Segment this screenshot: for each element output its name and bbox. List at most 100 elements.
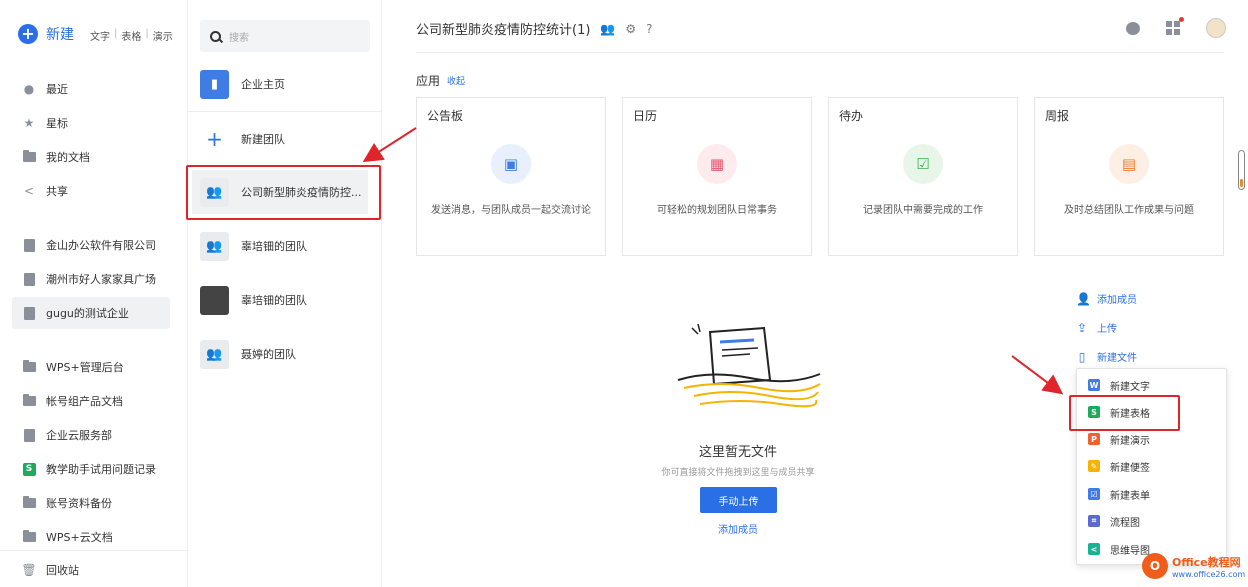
team-list-panel: 搜索 ▮ 企业主页 + 新建团队 👥 公司新型肺炎疫情防控... 👥 辜培钿的团… (186, 0, 382, 587)
app-card-todo[interactable]: 待办 ☑ 记录团队中需要完成的工作 (828, 97, 1018, 256)
sidebar-enterprise-item[interactable]: 潮州市好人家家具广场 (12, 263, 170, 295)
new-writer-link[interactable]: 文字 (90, 28, 110, 43)
sidebar-folder-item[interactable]: 账号资料备份 (12, 487, 170, 519)
quick-new-types: 文字 | 表格 | 演示 (90, 28, 173, 43)
file-icon: ▯ (1078, 349, 1086, 364)
manual-upload-button[interactable]: 手动上传 (700, 487, 777, 513)
team-item[interactable]: 辜培钿的团队 (200, 278, 382, 322)
sidebar-item-label: 共享 (46, 185, 68, 198)
plus-icon: + (18, 24, 38, 44)
sidebar-folder-item[interactable]: WPS+云文档 (12, 521, 170, 553)
page-title: 公司新型肺炎疫情防控统计(1) (416, 23, 591, 38)
checklist-icon: ☑ (903, 144, 943, 184)
search-input[interactable]: 搜索 (200, 20, 370, 52)
search-placeholder: 搜索 (229, 32, 249, 44)
team-item-enterprise-home[interactable]: ▮ 企业主页 (200, 62, 382, 106)
menu-item-label: 流程图 (1110, 517, 1140, 529)
chat-icon[interactable] (1126, 21, 1140, 35)
add-member-button[interactable]: 👤 添加成员 (1076, 284, 1137, 313)
menu-item-new-writer[interactable]: W 新建文字 (1088, 375, 1150, 395)
sidebar-enterprise-item[interactable]: 金山办公软件有限公司 (12, 229, 170, 261)
app-card-bulletin[interactable]: 公告板 ▣ 发送消息，与团队成员一起交流讨论 (416, 97, 606, 256)
app-card-title: 待办 (839, 109, 864, 123)
empty-state-title: 这里暂无文件 (698, 445, 777, 460)
sidebar-item-label: 最近 (46, 83, 68, 96)
menu-item-label: 新建演示 (1110, 435, 1150, 447)
star-icon: ★ (23, 116, 35, 130)
sidebar-item-label: 教学助手试用问题记录 (46, 463, 156, 476)
new-sheet-link[interactable]: 表格 (121, 28, 141, 43)
team-item-new-team[interactable]: + 新建团队 (200, 117, 382, 161)
new-label: 新建 (46, 27, 74, 43)
scrollbar[interactable] (1238, 150, 1245, 190)
apps-section-label: 应用 (416, 74, 441, 88)
sidebar-item-label: 我的文档 (46, 151, 90, 164)
avatar[interactable] (1206, 18, 1226, 38)
sidebar-item-label: gugu的测试企业 (46, 307, 129, 320)
upload-icon: ⇪ (1076, 320, 1088, 335)
app-card-calendar[interactable]: 日历 ▦ 可轻松的规划团队日常事务 (622, 97, 812, 256)
team-title-bar: 公司新型肺炎疫情防控统计(1) 👥 ⚙ ? (416, 19, 653, 39)
trash-icon: 🗑 (21, 563, 37, 577)
file-actions: 👤 添加成员 ⇪ 上传 ▯ 新建文件 (1076, 284, 1137, 371)
action-label: 上传 (1097, 324, 1117, 335)
sidebar-item-shared[interactable]: < 共享 (12, 175, 170, 207)
message-icon: ▣ (491, 144, 531, 184)
sidebar-folder-item[interactable]: 帐号组产品文档 (12, 385, 170, 417)
team-item[interactable]: 👥 聂婷的团队 (200, 332, 382, 376)
main-content: 公司新型肺炎疫情防控统计(1) 👥 ⚙ ? 应用 收起 公告板 ▣ 发送消息，与… (382, 0, 1248, 587)
flowchart-icon: ⌗ (1088, 515, 1100, 527)
form-icon: ☑ (1088, 488, 1100, 500)
apps-grid-icon[interactable] (1166, 17, 1184, 35)
building-icon (22, 306, 36, 320)
enterprise-home-icon: ▮ (200, 69, 229, 99)
app-card-desc: 及时总结团队工作成果与问题 (1064, 205, 1194, 216)
sidebar-item-label: WPS+管理后台 (46, 361, 124, 374)
highlight-box (186, 165, 381, 220)
sidebar-folder-item[interactable]: WPS+管理后台 (12, 351, 170, 383)
members-icon[interactable]: 👥 (600, 22, 615, 36)
sidebar-folder-item[interactable]: 企业云服务部 (12, 419, 170, 451)
folder-icon (22, 394, 36, 408)
menu-item-new-presentation[interactable]: P 新建演示 (1088, 429, 1150, 449)
team-group-icon: 👥 (200, 339, 229, 369)
menu-item-mindmap[interactable]: < 思维导图 (1088, 539, 1150, 559)
new-slides-link[interactable]: 演示 (153, 28, 173, 43)
calendar-icon: ▦ (697, 144, 737, 184)
team-item-label: 辜培钿的团队 (241, 294, 307, 307)
sidebar-sheet-item[interactable]: S 教学助手试用问题记录 (12, 453, 170, 485)
sidebar-item-starred[interactable]: ★ 星标 (12, 107, 170, 139)
menu-item-label: 新建文字 (1110, 381, 1150, 393)
sidebar-item-my-docs[interactable]: 我的文档 (12, 141, 170, 173)
sidebar-bottom-divider (0, 550, 188, 551)
clock-icon: ● (23, 82, 35, 96)
watermark: O Office教程网 www.office26.com (1142, 553, 1245, 579)
sidebar-item-label: 潮州市好人家家具广场 (46, 273, 156, 286)
sidebar-item-label: 金山办公软件有限公司 (46, 239, 156, 252)
watermark-text: Office教程网 (1172, 555, 1241, 569)
sidebar-item-recent[interactable]: ● 最近 (12, 73, 170, 105)
help-icon[interactable]: ? (646, 22, 652, 36)
folder-icon (22, 360, 36, 374)
building-icon (22, 238, 36, 252)
divider (416, 52, 1224, 53)
sidebar-item-recycle[interactable]: 🗑 回收站 (12, 554, 170, 586)
sidebar-item-label: 回收站 (46, 564, 79, 577)
folder-icon (22, 496, 36, 510)
upload-button[interactable]: ⇪ 上传 (1076, 313, 1137, 342)
new-button[interactable]: + 新建 (18, 24, 74, 44)
gear-icon[interactable]: ⚙ (625, 22, 636, 36)
apps-collapse-link[interactable]: 收起 (447, 74, 465, 87)
menu-item-new-form[interactable]: ☑ 新建表单 (1088, 484, 1150, 504)
highlight-box (1069, 395, 1180, 431)
menu-item-new-note[interactable]: ✎ 新建便签 (1088, 456, 1150, 476)
add-member-link[interactable]: 添加成员 (688, 521, 788, 536)
folder-icon (22, 150, 36, 164)
team-item[interactable]: 👥 辜培钿的团队 (200, 224, 382, 268)
sidebar-enterprise-item-active[interactable]: gugu的测试企业 (12, 297, 170, 329)
new-file-button[interactable]: ▯ 新建文件 (1076, 342, 1137, 371)
left-sidebar: + 新建 文字 | 表格 | 演示 ● 最近 ★ 星标 我的文档 < 共享 金山办公… (0, 0, 188, 587)
menu-item-flowchart[interactable]: ⌗ 流程图 (1088, 511, 1140, 531)
app-card-weekly-report[interactable]: 周报 ▤ 及时总结团队工作成果与问题 (1034, 97, 1224, 256)
sidebar-item-label: 企业云服务部 (46, 429, 112, 442)
